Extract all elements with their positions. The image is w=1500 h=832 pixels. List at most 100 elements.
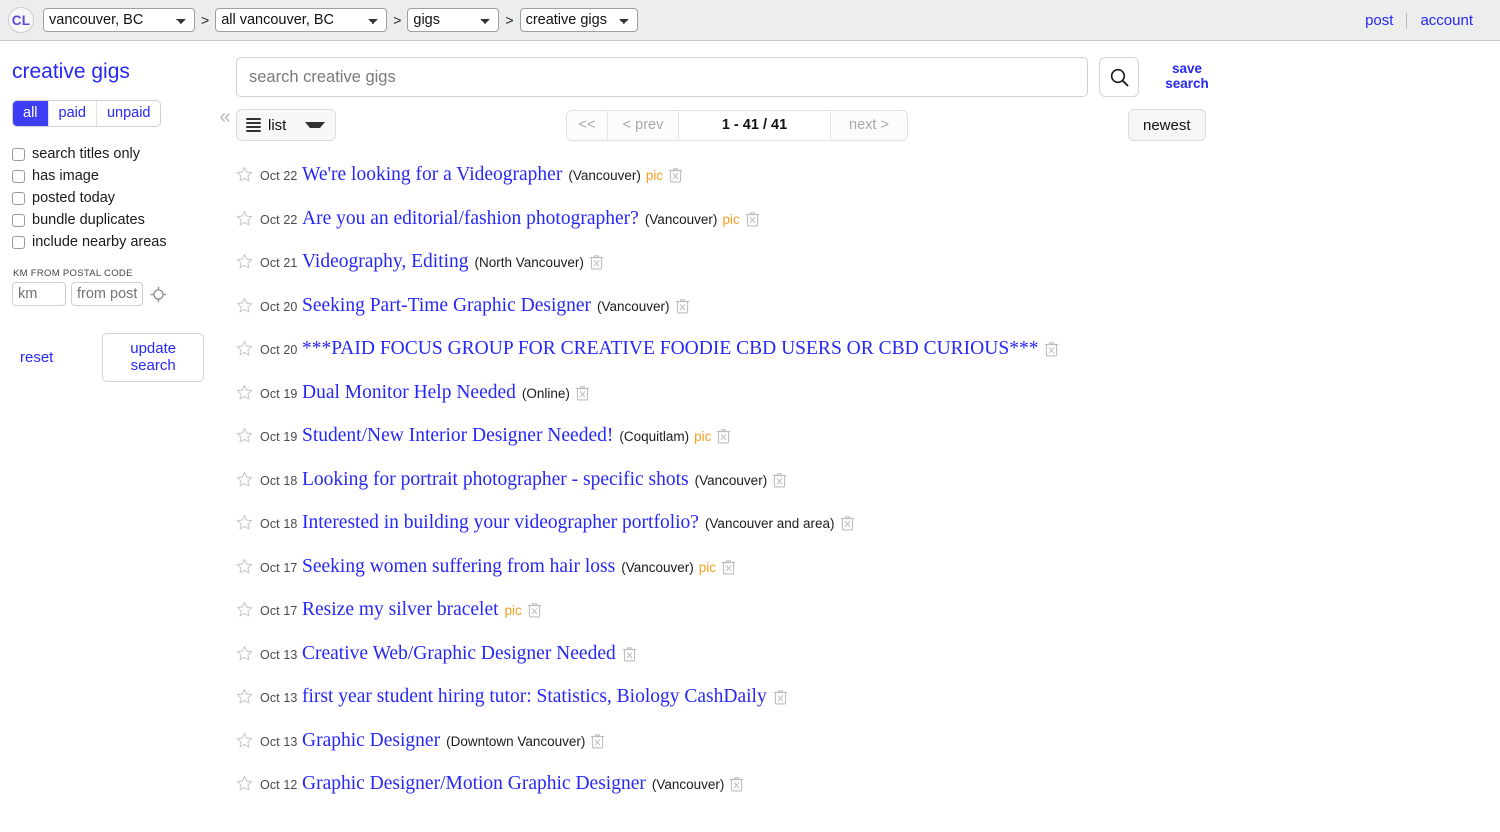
favorite-star-icon[interactable] [236,514,253,531]
listing-title-link[interactable]: ***PAID FOCUS GROUP FOR CREATIVE FOODIE … [302,338,1038,360]
hide-listing-trash-icon[interactable] [729,776,744,792]
listing-title-link[interactable]: Videography, Editing [302,251,469,273]
favorite-star-icon[interactable] [236,558,253,575]
hide-listing-trash-icon[interactable] [1044,341,1059,357]
pay-filter-unpaid[interactable]: unpaid [96,101,161,126]
collapse-sidebar-button[interactable]: « [214,41,236,832]
hide-listing-trash-icon[interactable] [721,559,736,575]
listing-row[interactable]: Oct 21 Videography, Editing (North Vanco… [236,250,1500,294]
favorite-star-icon[interactable] [236,471,253,488]
listing-row[interactable]: Oct 18 Looking for portrait photographer… [236,468,1500,512]
pay-filter-all[interactable]: all [13,101,49,126]
listing-title-link[interactable]: Dual Monitor Help Needed [302,382,516,404]
favorite-star-icon[interactable] [236,340,253,357]
listing-row[interactable]: Oct 19 Student/New Interior Designer Nee… [236,424,1500,468]
checkbox-box-icon[interactable] [12,235,25,249]
hide-listing-trash-icon[interactable] [622,646,637,662]
listing-row[interactable]: Oct 19 Dual Monitor Help Needed (Online) [236,381,1500,425]
checkbox-box-icon[interactable] [12,169,25,183]
view-mode-button[interactable]: list [236,109,336,141]
listing-date: Oct 22 [260,212,298,227]
listing-title-link[interactable]: Seeking Part-Time Graphic Designer [302,295,591,317]
listing-row[interactable]: Oct 13 Graphic Designer (Downtown Vancou… [236,729,1500,773]
listing-title-link[interactable]: Student/New Interior Designer Needed! [302,425,613,447]
checkbox-search-titles-only[interactable]: search titles only [12,144,204,164]
listing-row[interactable]: Oct 13 first year student hiring tutor: … [236,685,1500,729]
listing-title-link[interactable]: Resize my silver bracelet [302,599,499,621]
favorite-star-icon[interactable] [236,384,253,401]
checkbox-posted-today[interactable]: posted today [12,188,204,208]
listing-row[interactable]: Oct 17 Resize my silver bracelet pic [236,598,1500,642]
favorite-star-icon[interactable] [236,775,253,792]
category-select[interactable]: gigs [407,8,500,32]
listing-title-link[interactable]: We're looking for a Videographer [302,164,562,186]
checkbox-box-icon[interactable] [12,147,25,161]
checkbox-bundle-duplicates[interactable]: bundle duplicates [12,210,204,230]
checkbox-box-icon[interactable] [12,191,25,205]
favorite-star-icon[interactable] [236,297,253,314]
location-select[interactable]: vancouver, BC [43,8,195,32]
checkbox-box-icon[interactable] [12,213,25,227]
favorite-star-icon[interactable] [236,645,253,662]
hide-listing-trash-icon[interactable] [773,689,788,705]
listing-date: Oct 13 [260,691,298,705]
search-input[interactable] [236,57,1088,97]
listing-title-link[interactable]: first year student hiring tutor: Statist… [302,686,767,708]
search-button[interactable] [1099,57,1139,97]
magnifier-icon [1110,68,1128,86]
postal-code-input[interactable] [71,282,143,306]
hide-listing-trash-icon[interactable] [527,602,542,618]
save-search-link[interactable]: save search [1161,57,1213,91]
hide-listing-trash-icon[interactable] [668,167,683,183]
listing-pic-tag: pic [645,168,664,183]
favorite-star-icon[interactable] [236,601,253,618]
checkbox-has-image[interactable]: has image [12,166,204,186]
listing-row[interactable]: Oct 12 Graphic Designer/Motion Graphic D… [236,772,1500,816]
listing-title-link[interactable]: Seeking women suffering from hair loss [302,556,615,578]
favorite-star-icon[interactable] [236,210,253,227]
listing-row[interactable]: Oct 20 ***PAID FOCUS GROUP FOR CREATIVE … [236,337,1500,381]
reset-link[interactable]: reset [20,349,53,366]
favorite-star-icon[interactable] [236,253,253,270]
hide-listing-trash-icon[interactable] [675,298,690,314]
craigslist-logo[interactable]: CL [8,7,34,33]
subarea-select[interactable]: all vancouver, BC [215,8,388,32]
pay-filter-paid[interactable]: paid [48,101,97,126]
listing-title-link[interactable]: Graphic Designer/Motion Graphic Designer [302,773,646,795]
post-link[interactable]: post [1352,12,1406,29]
account-link[interactable]: account [1407,12,1486,29]
hide-listing-trash-icon[interactable] [590,733,605,749]
pagination-next-button[interactable]: next > [831,110,907,140]
hide-listing-trash-icon[interactable] [716,428,731,444]
subcategory-select[interactable]: creative gigs [519,8,638,32]
favorite-star-icon[interactable] [236,732,253,749]
distance-km-input[interactable] [12,282,66,306]
listing-title-link[interactable]: Creative Web/Graphic Designer Needed [302,643,616,665]
listing-row[interactable]: Oct 22 We're looking for a Videographer … [236,163,1500,207]
hide-listing-trash-icon[interactable] [589,254,604,270]
listing-row[interactable]: Oct 22 Are you an editorial/fashion phot… [236,207,1500,251]
hide-listing-trash-icon[interactable] [772,472,787,488]
listing-row[interactable]: Oct 20 Seeking Part-Time Graphic Designe… [236,294,1500,338]
listing-title-link[interactable]: Interested in building your videographer… [302,512,699,534]
listing-location: (Vancouver) [621,559,694,575]
listing-row[interactable]: Oct 18 Interested in building your video… [236,511,1500,555]
sort-order-button[interactable]: newest [1128,109,1206,141]
favorite-star-icon[interactable] [236,427,253,444]
checkbox-include-nearby-areas[interactable]: include nearby areas [12,232,204,252]
favorite-star-icon[interactable] [236,166,253,183]
listing-title-link[interactable]: Are you an editorial/fashion photographe… [302,208,639,230]
listing-row[interactable]: Oct 17 Seeking women suffering from hair… [236,555,1500,599]
hide-listing-trash-icon[interactable] [575,385,590,401]
pagination-prev-button[interactable]: < prev [608,110,679,140]
favorite-star-icon[interactable] [236,688,253,705]
listing-title-link[interactable]: Looking for portrait photographer - spec… [302,469,689,491]
hide-listing-trash-icon[interactable] [840,515,855,531]
pagination-first-button[interactable]: << [567,110,608,140]
crosshair-icon[interactable] [150,286,167,303]
main-content: savesearch list << < prev 1 - 41 / 41 ne… [236,41,1500,832]
listing-title-link[interactable]: Graphic Designer [302,730,440,752]
hide-listing-trash-icon[interactable] [745,211,760,227]
update-search-button[interactable]: update search [102,333,204,382]
listing-row[interactable]: Oct 13 Creative Web/Graphic Designer Nee… [236,642,1500,686]
